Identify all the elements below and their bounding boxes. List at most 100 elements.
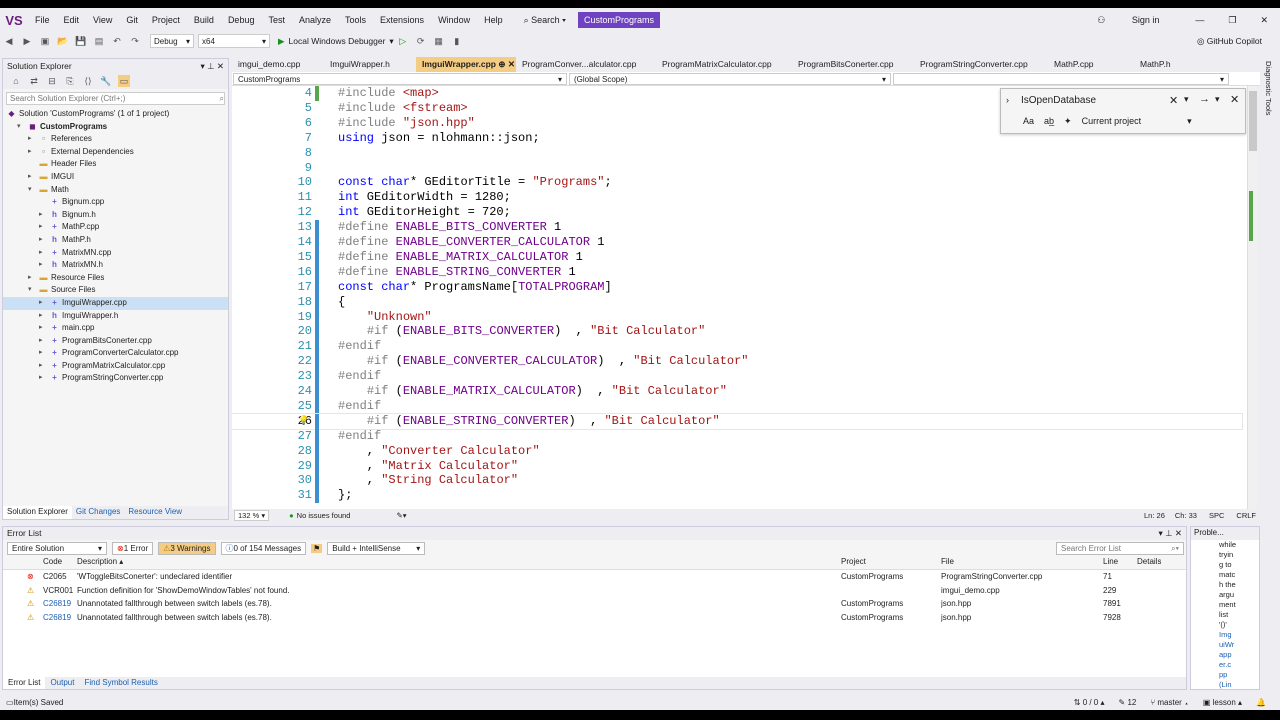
code-line[interactable]: 28 , "Converter Calculator": [232, 443, 1242, 459]
problem-link[interactable]: pp: [1219, 670, 1259, 680]
editor-tab[interactable]: imgui_demo.cpp: [232, 57, 324, 72]
code-line[interactable]: 18 {: [232, 294, 1242, 310]
code-line[interactable]: 11 int GEditorWidth = 1280;: [232, 190, 1242, 205]
github-copilot-button[interactable]: ◎ GitHub Copilot: [1197, 36, 1262, 47]
menu-search[interactable]: ⌕ Search ▾: [516, 8, 574, 32]
tree-item[interactable]: ▸ + MathP.cpp: [3, 221, 228, 234]
tree-item[interactable]: ▸ h Bignum.h: [3, 209, 228, 222]
code-line[interactable]: 19 "Unknown": [232, 309, 1242, 325]
collapsed-chevron-icon[interactable]: ▸: [39, 310, 49, 323]
tree-item[interactable]: ▸ h MatrixMN.h: [3, 259, 228, 272]
collapsed-chevron-icon[interactable]: ▸: [28, 171, 38, 184]
zoom-select[interactable]: 132 % ▾: [234, 509, 270, 521]
problem-link[interactable]: uiWr: [1219, 640, 1259, 650]
code-line[interactable]: 8: [232, 146, 1242, 161]
tree-item[interactable]: ▸ + ProgramConverterCalculator.cpp: [3, 347, 228, 360]
line-position[interactable]: Ln: 26: [1144, 511, 1165, 520]
tab-find-symbol-results[interactable]: Find Symbol Results: [79, 677, 162, 689]
branch-status[interactable]: ⑂ master ▴: [1150, 698, 1189, 707]
forward-icon[interactable]: ▶: [21, 35, 33, 47]
run-debugger-button[interactable]: ▶ Local Windows Debugger ▾: [278, 36, 394, 47]
column-code[interactable]: Code: [43, 557, 62, 566]
show-all-icon[interactable]: ⎘: [64, 75, 76, 87]
menu-edit[interactable]: Edit: [57, 8, 87, 32]
find-scope-label[interactable]: Current project: [1082, 116, 1142, 127]
table-row[interactable]: ⊗ C2065 'WToggleBitsConerter': undeclared …: [3, 570, 1186, 584]
code-line[interactable]: 16 #define ENABLE_STRING_CONVERTER 1: [232, 264, 1242, 280]
code-line[interactable]: 15 #define ENABLE_MATRIX_CALCULATOR 1: [232, 249, 1242, 265]
tree-item[interactable]: ▸ + main.cpp: [3, 322, 228, 335]
editor-tab[interactable]: MathP.h: [1134, 57, 1214, 72]
open-icon[interactable]: 📂: [57, 35, 69, 47]
tree-item[interactable]: ▾ ▬ Math: [3, 184, 228, 197]
code-line[interactable]: 31};: [232, 488, 1242, 504]
diagnostic-tools-tab[interactable]: Diagnostic Tools: [1260, 57, 1277, 119]
code-line[interactable]: 22 #if (ENABLE_CONVERTER_CALCULATOR) , "…: [232, 354, 1242, 370]
hot-reload-icon[interactable]: ⟳: [415, 35, 427, 47]
filter-icon[interactable]: ⚑: [311, 544, 323, 553]
project-scope-select[interactable]: CustomPrograms ▾: [233, 73, 567, 85]
menu-analyze[interactable]: Analyze: [292, 8, 338, 32]
tree-item[interactable]: ▸ ▫ External Dependencies: [3, 146, 228, 159]
close-icon[interactable]: ✕: [1175, 528, 1182, 538]
tree-item[interactable]: ▸ + ProgramBitsConerter.cpp: [3, 335, 228, 348]
lightbulb-icon[interactable]: 💡: [298, 414, 309, 429]
match-case-icon[interactable]: Aa: [1023, 116, 1034, 127]
tab-output[interactable]: Output: [45, 677, 79, 689]
tree-item[interactable]: ▸ + ProgramStringConverter.cpp: [3, 372, 228, 385]
repo-status[interactable]: ▣ lesson ▴: [1203, 698, 1242, 707]
close-icon[interactable]: ✕: [217, 61, 224, 71]
code-line[interactable]: 21 #endif: [232, 339, 1242, 355]
error-code[interactable]: C26819: [43, 599, 71, 608]
menu-debug[interactable]: Debug: [221, 8, 262, 32]
code-line[interactable]: 9: [232, 161, 1242, 176]
git-sync-status[interactable]: ⇅ 0 / 0 ▴: [1074, 698, 1105, 707]
code-line[interactable]: 30 , "String Calculator": [232, 473, 1242, 489]
code-line[interactable]: 13 #define ENABLE_BITS_CONVERTER 1: [232, 220, 1242, 236]
editor-tab[interactable]: ImguiWrapper.cpp ⊕ ✕: [416, 57, 516, 72]
code-line[interactable]: 12 int GEditorHeight = 720;: [232, 205, 1242, 220]
tree-item[interactable]: ▸ ▫ References: [3, 133, 228, 146]
expanded-chevron-icon[interactable]: ▾: [17, 121, 27, 134]
build-filter-select[interactable]: Build + IntelliSense ▾: [327, 542, 426, 555]
new-item-icon[interactable]: ▣: [39, 35, 51, 47]
column-position[interactable]: Ch: 33: [1175, 511, 1197, 520]
tree-item[interactable]: ▬ Header Files: [3, 158, 228, 171]
code-line[interactable]: 23 #endif: [232, 369, 1242, 385]
messages-filter[interactable]: ⓘ 0 of 154 Messages: [220, 542, 307, 555]
problem-link[interactable]: app: [1219, 650, 1259, 660]
global-scope-select[interactable]: (Global Scope) ▾: [569, 73, 891, 85]
collapsed-chevron-icon[interactable]: ▸: [39, 221, 49, 234]
collapsed-chevron-icon[interactable]: ▸: [39, 259, 49, 272]
error-code[interactable]: C26819: [43, 613, 71, 622]
git-changes-status[interactable]: ✎ 12: [1119, 698, 1137, 707]
collapsed-chevron-icon[interactable]: ▸: [39, 322, 49, 335]
find-input[interactable]: IsOpenDatabase: [1021, 93, 1181, 109]
column-file[interactable]: File: [941, 557, 954, 566]
find-options-icon[interactable]: ▾: [1215, 94, 1220, 105]
column-project[interactable]: Project: [841, 557, 866, 566]
collapsed-chevron-icon[interactable]: ▸: [39, 360, 49, 373]
issues-status[interactable]: No issues found: [297, 511, 351, 520]
collapsed-chevron-icon[interactable]: ▸: [39, 209, 49, 222]
clear-search-icon[interactable]: ✕: [1169, 94, 1178, 107]
editor-tab[interactable]: ProgramBitsConerter.cpp: [792, 57, 914, 72]
collapsed-chevron-icon[interactable]: ▸: [39, 372, 49, 385]
pin-icon[interactable]: ⊥: [207, 61, 217, 71]
sign-in-button[interactable]: ⚇ Sign in: [1073, 15, 1183, 26]
collapsed-chevron-icon[interactable]: ▸: [39, 347, 49, 360]
warnings-filter[interactable]: ⚠ 3 Warnings: [158, 542, 216, 555]
tab-error-list[interactable]: Error List: [3, 677, 46, 689]
close-find-icon[interactable]: ✕: [1230, 93, 1239, 106]
tab-resource-view[interactable]: Resource View: [124, 506, 186, 519]
collapsed-chevron-icon[interactable]: ▸: [39, 247, 49, 260]
code-line[interactable]: 24 #if (ENABLE_MATRIX_CALCULATOR) , "Bit…: [232, 384, 1242, 399]
code-line[interactable]: 26 #if (ENABLE_STRING_CONVERTER) , "Bit …: [232, 412, 1243, 430]
preview-icon[interactable]: ▭: [118, 75, 130, 87]
notifications-icon[interactable]: 🔔: [1256, 698, 1266, 707]
close-window-icon[interactable]: ✕: [1248, 15, 1280, 26]
code-line[interactable]: 20 #if (ENABLE_BITS_CONVERTER) , "Bit Ca…: [232, 324, 1242, 340]
platform-select[interactable]: x64 ▾: [198, 34, 270, 48]
whitespace-mode[interactable]: SPC: [1209, 511, 1224, 520]
editor-tab[interactable]: ProgramStringConverter.cpp: [914, 57, 1048, 72]
